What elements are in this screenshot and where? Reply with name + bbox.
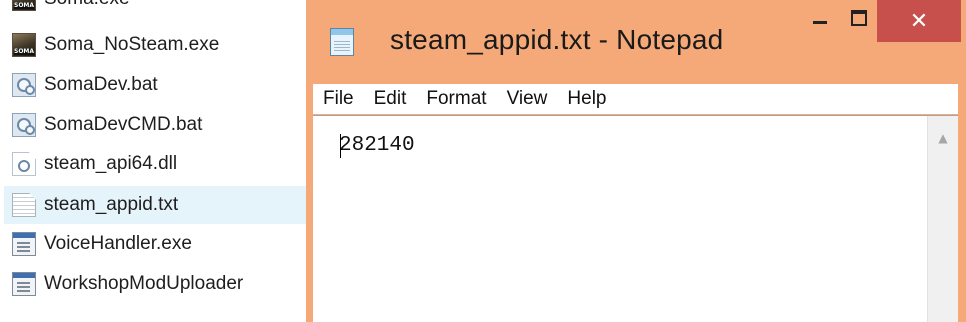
file-name: Soma_NoSteam.exe bbox=[44, 34, 220, 55]
close-button[interactable]: ✕ bbox=[877, 0, 961, 42]
minimize-icon bbox=[813, 20, 827, 24]
minimize-button[interactable] bbox=[799, 0, 841, 42]
file-list: Soma.exe Soma_NoSteam.exe SomaDev.bat So… bbox=[0, 0, 320, 322]
maximize-button[interactable] bbox=[841, 0, 877, 42]
file-name: SomaDev.bat bbox=[44, 74, 158, 95]
menu-edit[interactable]: Edit bbox=[364, 84, 417, 114]
file-item-soma-nosteam[interactable]: Soma_NoSteam.exe bbox=[4, 26, 314, 64]
batch-file-icon bbox=[12, 73, 36, 97]
menu-bar: File Edit Format View Help bbox=[313, 84, 958, 114]
notepad-window: steam_appid.txt - Notepad ✕ File Edit Fo… bbox=[306, 0, 966, 322]
file-item-soma-exe[interactable]: Soma.exe bbox=[4, 0, 314, 18]
maximize-icon bbox=[851, 10, 867, 26]
close-icon: ✕ bbox=[909, 8, 929, 34]
text-editor[interactable]: 282140 ▲ bbox=[313, 115, 958, 322]
text-caret bbox=[340, 134, 341, 158]
file-name: SomaDevCMD.bat bbox=[44, 114, 203, 135]
file-name: VoiceHandler.exe bbox=[44, 233, 192, 254]
soma-exe-icon bbox=[12, 33, 36, 57]
batch-file-icon bbox=[12, 113, 36, 137]
menu-view[interactable]: View bbox=[497, 84, 558, 114]
notepad-icon[interactable] bbox=[330, 28, 354, 56]
soma-exe-icon bbox=[12, 0, 36, 11]
file-name: steam_appid.txt bbox=[44, 194, 179, 215]
file-item-voicehandler-exe[interactable]: VoiceHandler.exe bbox=[4, 225, 314, 263]
menu-help[interactable]: Help bbox=[557, 84, 616, 114]
file-name: WorkshopModUploader bbox=[44, 273, 244, 294]
dll-file-icon bbox=[12, 152, 36, 176]
vertical-scrollbar[interactable]: ▲ bbox=[927, 116, 958, 322]
menu-format[interactable]: Format bbox=[416, 84, 496, 114]
exe-file-icon bbox=[12, 272, 36, 296]
editor-content[interactable]: 282140 bbox=[339, 134, 415, 157]
file-item-steam-appid-txt[interactable]: steam_appid.txt bbox=[4, 186, 314, 224]
window-title: steam_appid.txt - Notepad bbox=[390, 24, 724, 55]
scroll-up-icon[interactable]: ▲ bbox=[928, 128, 958, 148]
title-bar[interactable]: steam_appid.txt - Notepad ✕ bbox=[306, 0, 966, 84]
file-item-steam-api64-dll[interactable]: steam_api64.dll bbox=[4, 145, 314, 183]
text-file-icon bbox=[12, 193, 36, 217]
file-name: Soma.exe bbox=[44, 0, 130, 10]
file-item-somadev-bat[interactable]: SomaDev.bat bbox=[4, 66, 314, 104]
file-item-somadevcmd-bat[interactable]: SomaDevCMD.bat bbox=[4, 106, 314, 144]
file-item-workshopmoduploader[interactable]: WorkshopModUploader bbox=[4, 265, 314, 303]
exe-file-icon bbox=[12, 232, 36, 256]
menu-file[interactable]: File bbox=[313, 84, 364, 114]
file-name: steam_api64.dll bbox=[44, 153, 178, 174]
